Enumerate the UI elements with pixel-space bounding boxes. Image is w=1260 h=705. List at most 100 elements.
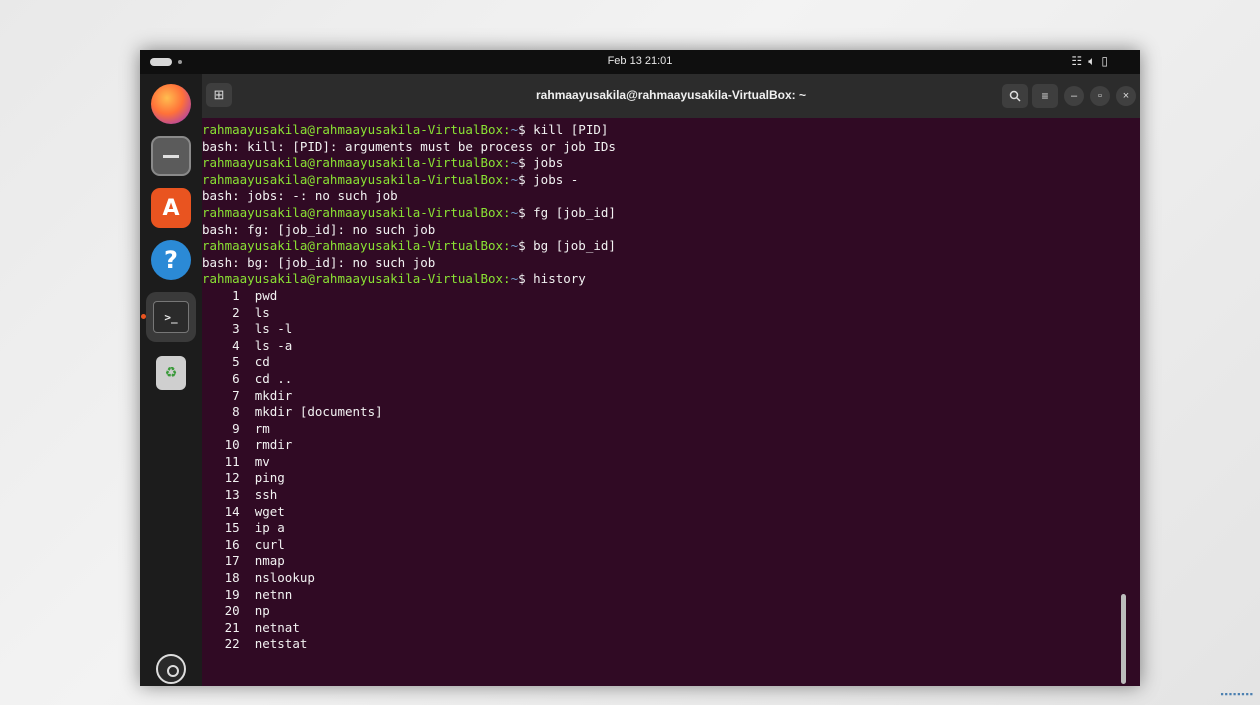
history-command: ls	[239, 304, 270, 320]
history-number: 13	[202, 487, 240, 503]
scrollbar[interactable]	[1121, 594, 1126, 684]
history-entry: 11 mv	[202, 454, 1112, 471]
history-command: pwd	[239, 287, 278, 303]
command-text: jobs -	[525, 171, 579, 187]
history-number: 9	[202, 420, 240, 436]
monitor-screen: Feb 13 21:01 ☷🔈︎▯ A ? >_ ♻ ⊞ rahmaayusak…	[140, 50, 1140, 686]
command-text: kill [PID]	[525, 122, 609, 137]
history-entry: 3 ls -l	[202, 321, 1112, 338]
command-line: rahmaayusakila@rahmaayusakila-VirtualBox…	[202, 238, 1112, 255]
prompt-user: rahmaayusakila@rahmaayusakila-VirtualBox…	[202, 271, 511, 287]
history-entry: 8 mkdir [documents]	[202, 404, 1112, 421]
history-entry: 22 netstat	[202, 636, 1112, 653]
command-line: rahmaayusakila@rahmaayusakila-VirtualBox…	[202, 155, 1112, 172]
history-command: ping	[239, 470, 285, 486]
prompt-path: ~	[510, 238, 519, 254]
battery-icon: ▯	[1101, 54, 1114, 68]
history-command: mkdir	[239, 387, 293, 403]
system-tray[interactable]: ☷🔈︎▯	[1071, 54, 1114, 69]
prompt-path: ~	[510, 122, 519, 137]
history-command: nslookup	[239, 570, 315, 586]
help-icon[interactable]: ?	[151, 240, 191, 280]
history-number: 19	[202, 586, 240, 602]
prompt-path: ~	[510, 155, 519, 171]
history-number: 1	[202, 287, 240, 303]
history-number: 12	[202, 470, 240, 486]
trash-icon[interactable]: ♻	[156, 356, 186, 390]
window-titlebar[interactable]: ⊞ rahmaayusakila@rahmaayusakila-VirtualB…	[202, 74, 1140, 118]
search-icon	[1009, 90, 1021, 102]
prompt-user: rahmaayusakila@rahmaayusakila-VirtualBox…	[202, 155, 511, 171]
history-command: np	[239, 603, 270, 619]
output-line: bash: kill: [PID]: arguments must be pro…	[202, 138, 616, 154]
command-line: rahmaayusakila@rahmaayusakila-VirtualBox…	[202, 271, 1112, 288]
output-line: bash: bg: [job_id]: no such job	[202, 254, 436, 270]
prompt-symbol: $	[518, 238, 526, 254]
prompt-user: rahmaayusakila@rahmaayusakila-VirtualBox…	[202, 171, 511, 187]
prompt-symbol: $	[518, 204, 526, 220]
history-entry: 5 cd	[202, 354, 1112, 371]
history-command: nmap	[239, 553, 285, 569]
window-title: rahmaayusakila@rahmaayusakila-VirtualBox…	[536, 88, 806, 102]
clock[interactable]: Feb 13 21:01	[140, 55, 1140, 67]
command-text: fg [job_id]	[525, 204, 616, 220]
history-entry: 2 ls	[202, 305, 1112, 322]
history-entry: 6 cd ..	[202, 371, 1112, 388]
history-number: 17	[202, 553, 240, 569]
history-command: netnat	[239, 619, 300, 635]
search-button[interactable]	[1002, 84, 1028, 108]
prompt-symbol: $	[518, 122, 526, 137]
command-line: rahmaayusakila@rahmaayusakila-VirtualBox…	[202, 205, 1112, 222]
history-entry: 18 nslookup	[202, 570, 1112, 587]
history-number: 11	[202, 453, 240, 469]
history-entry: 9 rm	[202, 421, 1112, 438]
history-number: 20	[202, 603, 240, 619]
history-command: rm	[239, 420, 270, 436]
history-entry: 20 np	[202, 603, 1112, 620]
history-number: 21	[202, 619, 240, 635]
history-number: 2	[202, 304, 240, 320]
history-command: ip a	[239, 520, 285, 536]
terminal-icon[interactable]: >_	[141, 292, 196, 342]
history-entry: 12 ping	[202, 470, 1112, 487]
history-number: 14	[202, 503, 240, 519]
history-command: cd ..	[239, 370, 293, 386]
terminal-glyph: >_	[153, 301, 189, 333]
command-text: bg [job_id]	[525, 238, 616, 254]
history-number: 3	[202, 321, 240, 337]
prompt-path: ~	[510, 271, 519, 287]
history-entry: 4 ls -a	[202, 338, 1112, 355]
terminal-output[interactable]: rahmaayusakila@rahmaayusakila-VirtualBox…	[202, 122, 1112, 686]
network-icon: ☷	[1071, 54, 1089, 68]
history-entry: 10 rmdir	[202, 437, 1112, 454]
history-number: 6	[202, 370, 240, 386]
history-entry: 13 ssh	[202, 487, 1112, 504]
running-indicator	[141, 314, 146, 319]
prompt-symbol: $	[518, 271, 526, 287]
history-number: 5	[202, 354, 240, 370]
menu-button[interactable]: ≡	[1032, 84, 1058, 108]
history-command: ssh	[239, 487, 278, 503]
show-apps-icon[interactable]	[156, 654, 186, 684]
history-entry: 14 wget	[202, 504, 1112, 521]
top-bar: Feb 13 21:01 ☷🔈︎▯	[140, 50, 1140, 74]
host-taskbar-icons: ▪▪▪▪▪▪▪▪	[1220, 689, 1254, 699]
files-icon[interactable]	[151, 136, 191, 176]
maximize-button[interactable]: ▫	[1090, 86, 1110, 106]
app-center-icon[interactable]: A	[151, 188, 191, 228]
prompt-path: ~	[510, 171, 519, 187]
history-number: 16	[202, 536, 240, 552]
history-command: mkdir [documents]	[239, 404, 383, 420]
minimize-button[interactable]: –	[1064, 86, 1084, 106]
command-text: history	[525, 271, 586, 287]
command-line: rahmaayusakila@rahmaayusakila-VirtualBox…	[202, 172, 1112, 189]
prompt-path: ~	[510, 204, 519, 220]
close-button[interactable]: ×	[1116, 86, 1136, 106]
dock: A ? >_ ♻	[140, 74, 202, 686]
terminal-window: ⊞ rahmaayusakila@rahmaayusakila-VirtualB…	[202, 74, 1140, 686]
prompt-symbol: $	[518, 171, 526, 187]
history-command: mv	[239, 453, 270, 469]
firefox-icon[interactable]	[151, 84, 191, 124]
output-line: bash: jobs: -: no such job	[202, 188, 398, 204]
history-number: 4	[202, 337, 240, 353]
